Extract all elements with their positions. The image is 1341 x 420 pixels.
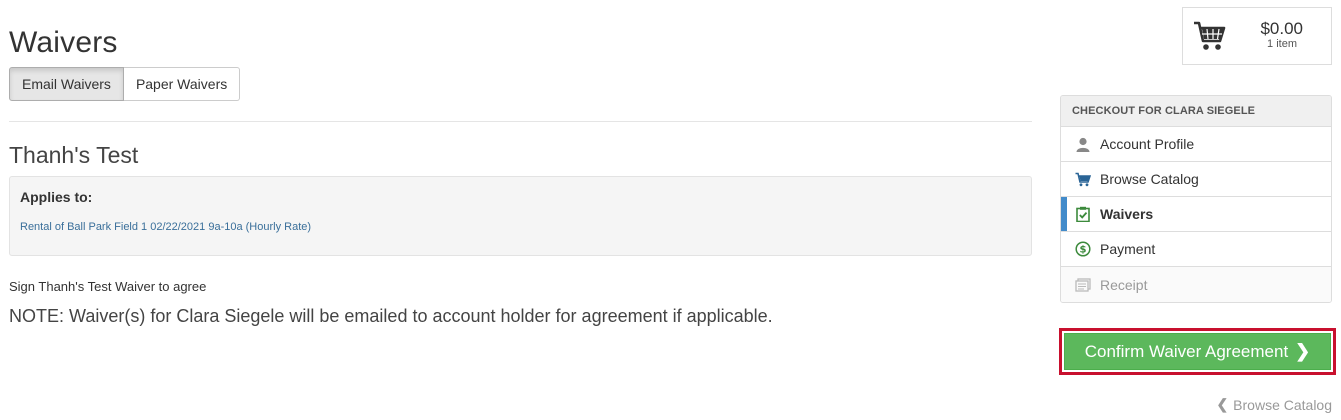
cart-total: $0.00 [1260,19,1303,38]
email-note: NOTE: Waiver(s) for Clara Siegele will b… [9,306,773,326]
applies-to-panel: Applies to: Rental of Ball Park Field 1 … [9,176,1032,256]
sidebar-item-account-profile[interactable]: Account Profile [1061,127,1331,162]
sidebar-item-label: Browse Catalog [1100,171,1199,187]
waiver-type-tabs: Email Waivers Paper Waivers [9,67,241,101]
chevron-right-icon: ❯ [1295,341,1311,361]
sidebar-item-label: Receipt [1100,276,1148,293]
cart-icon [1193,20,1227,52]
cart-summary[interactable]: $0.00 1 item [1182,7,1332,65]
confirm-button-highlight: Confirm Waiver Agreement ❯ [1059,328,1336,375]
sidebar-header: CHECKOUT FOR CLARA SIEGELE [1061,96,1331,127]
cart-icon [1075,171,1091,187]
applies-to-label: Applies to: [20,189,93,205]
browse-catalog-back-link[interactable]: ❮ Browse Catalog [1216,396,1332,413]
sidebar-item-payment[interactable]: $ Payment [1061,232,1331,267]
applies-to-link[interactable]: Rental of Ball Park Field 1 02/22/2021 9… [20,221,311,233]
sidebar-item-label: Payment [1100,241,1156,257]
waiver-title: Thanh's Test [9,142,139,168]
sign-instruction: Sign Thanh's Test Waiver to agree [9,279,207,294]
receipt-icon [1075,277,1091,293]
back-link-label: Browse Catalog [1233,396,1332,413]
sidebar-item-label: Account Profile [1100,136,1195,152]
divider [9,121,1032,122]
dollar-circle-icon: $ [1075,241,1091,257]
sidebar-item-waivers[interactable]: Waivers [1061,197,1331,232]
cart-item-count: 1 item [1267,38,1297,50]
sidebar-item-receipt: Receipt [1061,267,1331,302]
confirm-button-label: Confirm Waiver Agreement [1084,341,1289,361]
tab-email-waivers[interactable]: Email Waivers [9,67,124,101]
checkout-sidebar: CHECKOUT FOR CLARA SIEGELE Account Profi… [1060,95,1332,303]
clipboard-check-icon [1075,206,1091,222]
tab-paper-waivers[interactable]: Paper Waivers [123,67,241,101]
user-icon [1075,136,1091,152]
svg-text:$: $ [1080,245,1087,256]
chevron-left-icon: ❮ [1216,396,1229,412]
sidebar-item-browse-catalog[interactable]: Browse Catalog [1061,162,1331,197]
confirm-waiver-agreement-button[interactable]: Confirm Waiver Agreement ❯ [1064,333,1331,370]
sidebar-item-label: Waivers [1100,206,1154,222]
page-title: Waivers [9,26,118,59]
